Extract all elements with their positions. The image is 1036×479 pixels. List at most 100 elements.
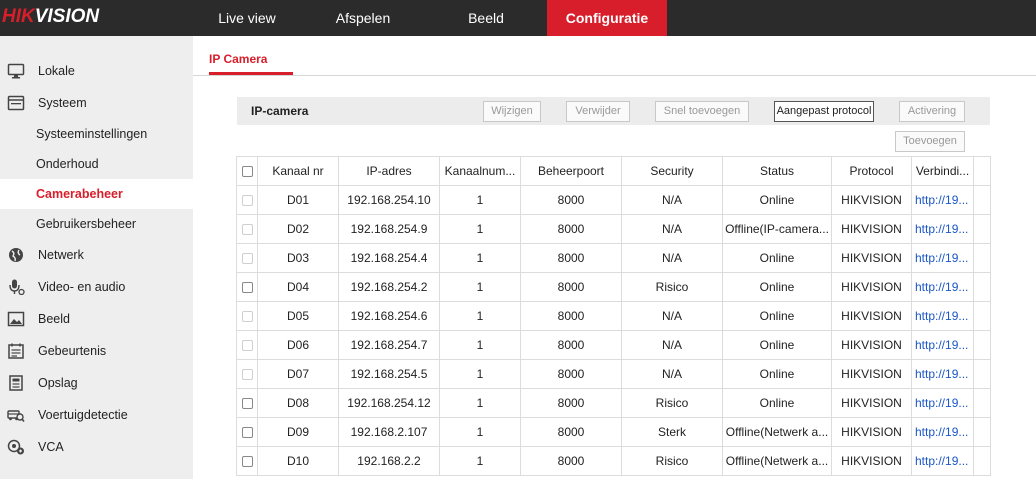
cell-kanaalnummer: 1 <box>439 301 521 331</box>
vca-icon <box>7 439 24 455</box>
nav-afspelen[interactable]: Afspelen <box>301 0 425 36</box>
row-select-cell[interactable] <box>236 417 258 447</box>
nav-live-view[interactable]: Live view <box>193 0 301 36</box>
table-row[interactable]: D09 192.168.2.107 1 8000 Sterk Offline(Netwer… <box>236 417 991 447</box>
cell-verbinding[interactable]: http://19... <box>911 301 974 331</box>
cell-kanaalnummer: 1 <box>439 330 521 360</box>
cell-security: Risico <box>621 272 723 302</box>
cell-kanaalnummer: 1 <box>439 214 521 244</box>
table-row[interactable]: D06 192.168.254.7 1 8000 N/A Online HIKVISION h… <box>236 330 991 360</box>
row-checkbox[interactable] <box>241 195 253 207</box>
table-row[interactable]: D01 192.168.254.10 1 8000 N/A Online HIKVISION… <box>236 185 991 215</box>
cell-verbinding[interactable]: http://19... <box>911 417 974 447</box>
cell-protocol: HIKVISION <box>831 272 912 302</box>
row-select-cell[interactable] <box>236 214 258 244</box>
cell-verbinding[interactable]: http://19... <box>911 214 974 244</box>
cell-kanaal-nr: D07 <box>257 359 339 389</box>
row-checkbox[interactable] <box>241 456 253 468</box>
sidebar-item-voertuigdetectie[interactable]: Voertuigdetectie <box>0 400 193 430</box>
sidebar-item-onderhoud[interactable]: Onderhoud <box>0 149 193 179</box>
cell-kanaal-nr: D05 <box>257 301 339 331</box>
table-row[interactable]: D02 192.168.254.9 1 8000 N/A Offline(IP-camer… <box>236 214 991 244</box>
cell-status: Online <box>722 301 832 331</box>
tab-ip-camera[interactable]: IP Camera <box>209 52 267 66</box>
cell-ip-adres: 192.168.254.12 <box>338 388 440 418</box>
wijzigen-button[interactable]: Wijzigen <box>483 101 541 122</box>
row-select-cell[interactable] <box>236 446 258 476</box>
cell-beheerpoort: 8000 <box>520 185 622 215</box>
snel-toevoegen-button[interactable]: Snel toevoegen <box>655 101 749 122</box>
calendar-icon <box>8 343 24 359</box>
cell-security: N/A <box>621 330 723 360</box>
cell-verbinding[interactable]: http://19... <box>911 243 974 273</box>
sidebar-item-label: Systeeminstellingen <box>36 127 148 141</box>
row-select-cell[interactable] <box>236 185 258 215</box>
cell-kanaal-nr: D09 <box>257 417 339 447</box>
table-row[interactable]: D10 192.168.2.2 1 8000 Risico Offline(Netwerk… <box>236 446 991 476</box>
table-row[interactable]: D04 192.168.254.2 1 8000 Risico Online HIKVISI… <box>236 272 991 302</box>
sidebar-item-netwerk[interactable]: Netwerk <box>0 240 193 270</box>
cell-verbinding[interactable]: http://19... <box>911 330 974 360</box>
toevoegen-button[interactable]: Toevoegen <box>895 131 965 152</box>
storage-icon <box>9 375 23 391</box>
activering-button[interactable]: Activering <box>899 101 965 122</box>
row-checkbox[interactable] <box>241 282 253 294</box>
row-checkbox[interactable] <box>241 369 253 381</box>
sidebar-item-gebruikersbeheer[interactable]: Gebruikersbeheer <box>0 209 193 239</box>
sidebar-item-video-audio[interactable]: Video- en audio <box>0 272 193 302</box>
top-bar: HIKVISION Live view Afspelen Beeld Confi… <box>0 0 1036 36</box>
sidebar-item-label: Opslag <box>38 376 78 390</box>
cell-kanaal-nr: D01 <box>257 185 339 215</box>
row-checkbox[interactable] <box>241 224 253 236</box>
row-select-cell[interactable] <box>236 301 258 331</box>
globe-icon <box>9 248 23 262</box>
cell-kanaalnummer: 1 <box>439 185 521 215</box>
row-checkbox[interactable] <box>241 398 253 410</box>
table-row[interactable]: D07 192.168.254.5 1 8000 N/A Online HIKVISION h… <box>236 359 991 389</box>
table-row[interactable]: D05 192.168.254.6 1 8000 N/A Online HIKVISION h… <box>236 301 991 331</box>
cell-ip-adres: 192.168.254.2 <box>338 272 440 302</box>
vehicle-search-icon <box>7 410 25 422</box>
row-select-cell[interactable] <box>236 272 258 302</box>
cell-verbinding[interactable]: http://19... <box>911 185 974 215</box>
cell-security: N/A <box>621 243 723 273</box>
image-icon <box>7 311 25 327</box>
verwijder-button[interactable]: Verwijder <box>566 101 630 122</box>
column-header-kanaalnummer: Kanaalnum... <box>439 156 521 186</box>
sidebar-item-gebeurtenis[interactable]: Gebeurtenis <box>0 336 193 366</box>
cell-ip-adres: 192.168.254.7 <box>338 330 440 360</box>
cell-kanaal-nr: D10 <box>257 446 339 476</box>
select-all-checkbox[interactable] <box>241 166 253 178</box>
table-row[interactable]: D03 192.168.254.4 1 8000 N/A Online HIKVISION h… <box>236 243 991 273</box>
row-checkbox[interactable] <box>241 427 253 439</box>
sidebar-item-beeld[interactable]: Beeld <box>0 304 193 334</box>
table-row[interactable]: D08 192.168.254.12 1 8000 Risico Online HIKVIS… <box>236 388 991 418</box>
sidebar-item-systeeminstellingen[interactable]: Systeeminstellingen <box>0 119 193 149</box>
aangepast-protocol-button[interactable]: Aangepast protocol <box>774 101 874 122</box>
cell-verbinding[interactable]: http://19... <box>911 388 974 418</box>
sidebar-item-vca[interactable]: VCA <box>0 432 193 462</box>
sidebar-item-camerabeheer[interactable]: Camerabeheer <box>0 179 193 209</box>
cell-verbinding[interactable]: http://19... <box>911 359 974 389</box>
sidebar: Lokale Systeem Systeeminstellingen Onder… <box>0 36 193 479</box>
row-checkbox[interactable] <box>241 340 253 352</box>
nav-configuratie[interactable]: Configuratie <box>547 0 667 36</box>
cell-ip-adres: 192.168.254.10 <box>338 185 440 215</box>
select-all-cell[interactable] <box>236 156 258 186</box>
column-header-status: Status <box>722 156 832 186</box>
row-select-cell[interactable] <box>236 330 258 360</box>
cell-verbinding[interactable]: http://19... <box>911 446 974 476</box>
row-select-cell[interactable] <box>236 243 258 273</box>
row-checkbox[interactable] <box>241 311 253 323</box>
sidebar-item-lokale[interactable]: Lokale <box>0 56 193 86</box>
cell-beheerpoort: 8000 <box>520 417 622 447</box>
row-select-cell[interactable] <box>236 388 258 418</box>
sidebar-item-opslag[interactable]: Opslag <box>0 368 193 398</box>
ip-camera-table: Kanaal nr IP-adres Kanaalnum... Beheerpo… <box>236 156 991 476</box>
cell-ip-adres: 192.168.254.5 <box>338 359 440 389</box>
row-select-cell[interactable] <box>236 359 258 389</box>
row-checkbox[interactable] <box>241 253 253 265</box>
cell-verbinding[interactable]: http://19... <box>911 272 974 302</box>
sidebar-item-systeem[interactable]: Systeem <box>0 88 193 118</box>
nav-beeld[interactable]: Beeld <box>425 0 547 36</box>
